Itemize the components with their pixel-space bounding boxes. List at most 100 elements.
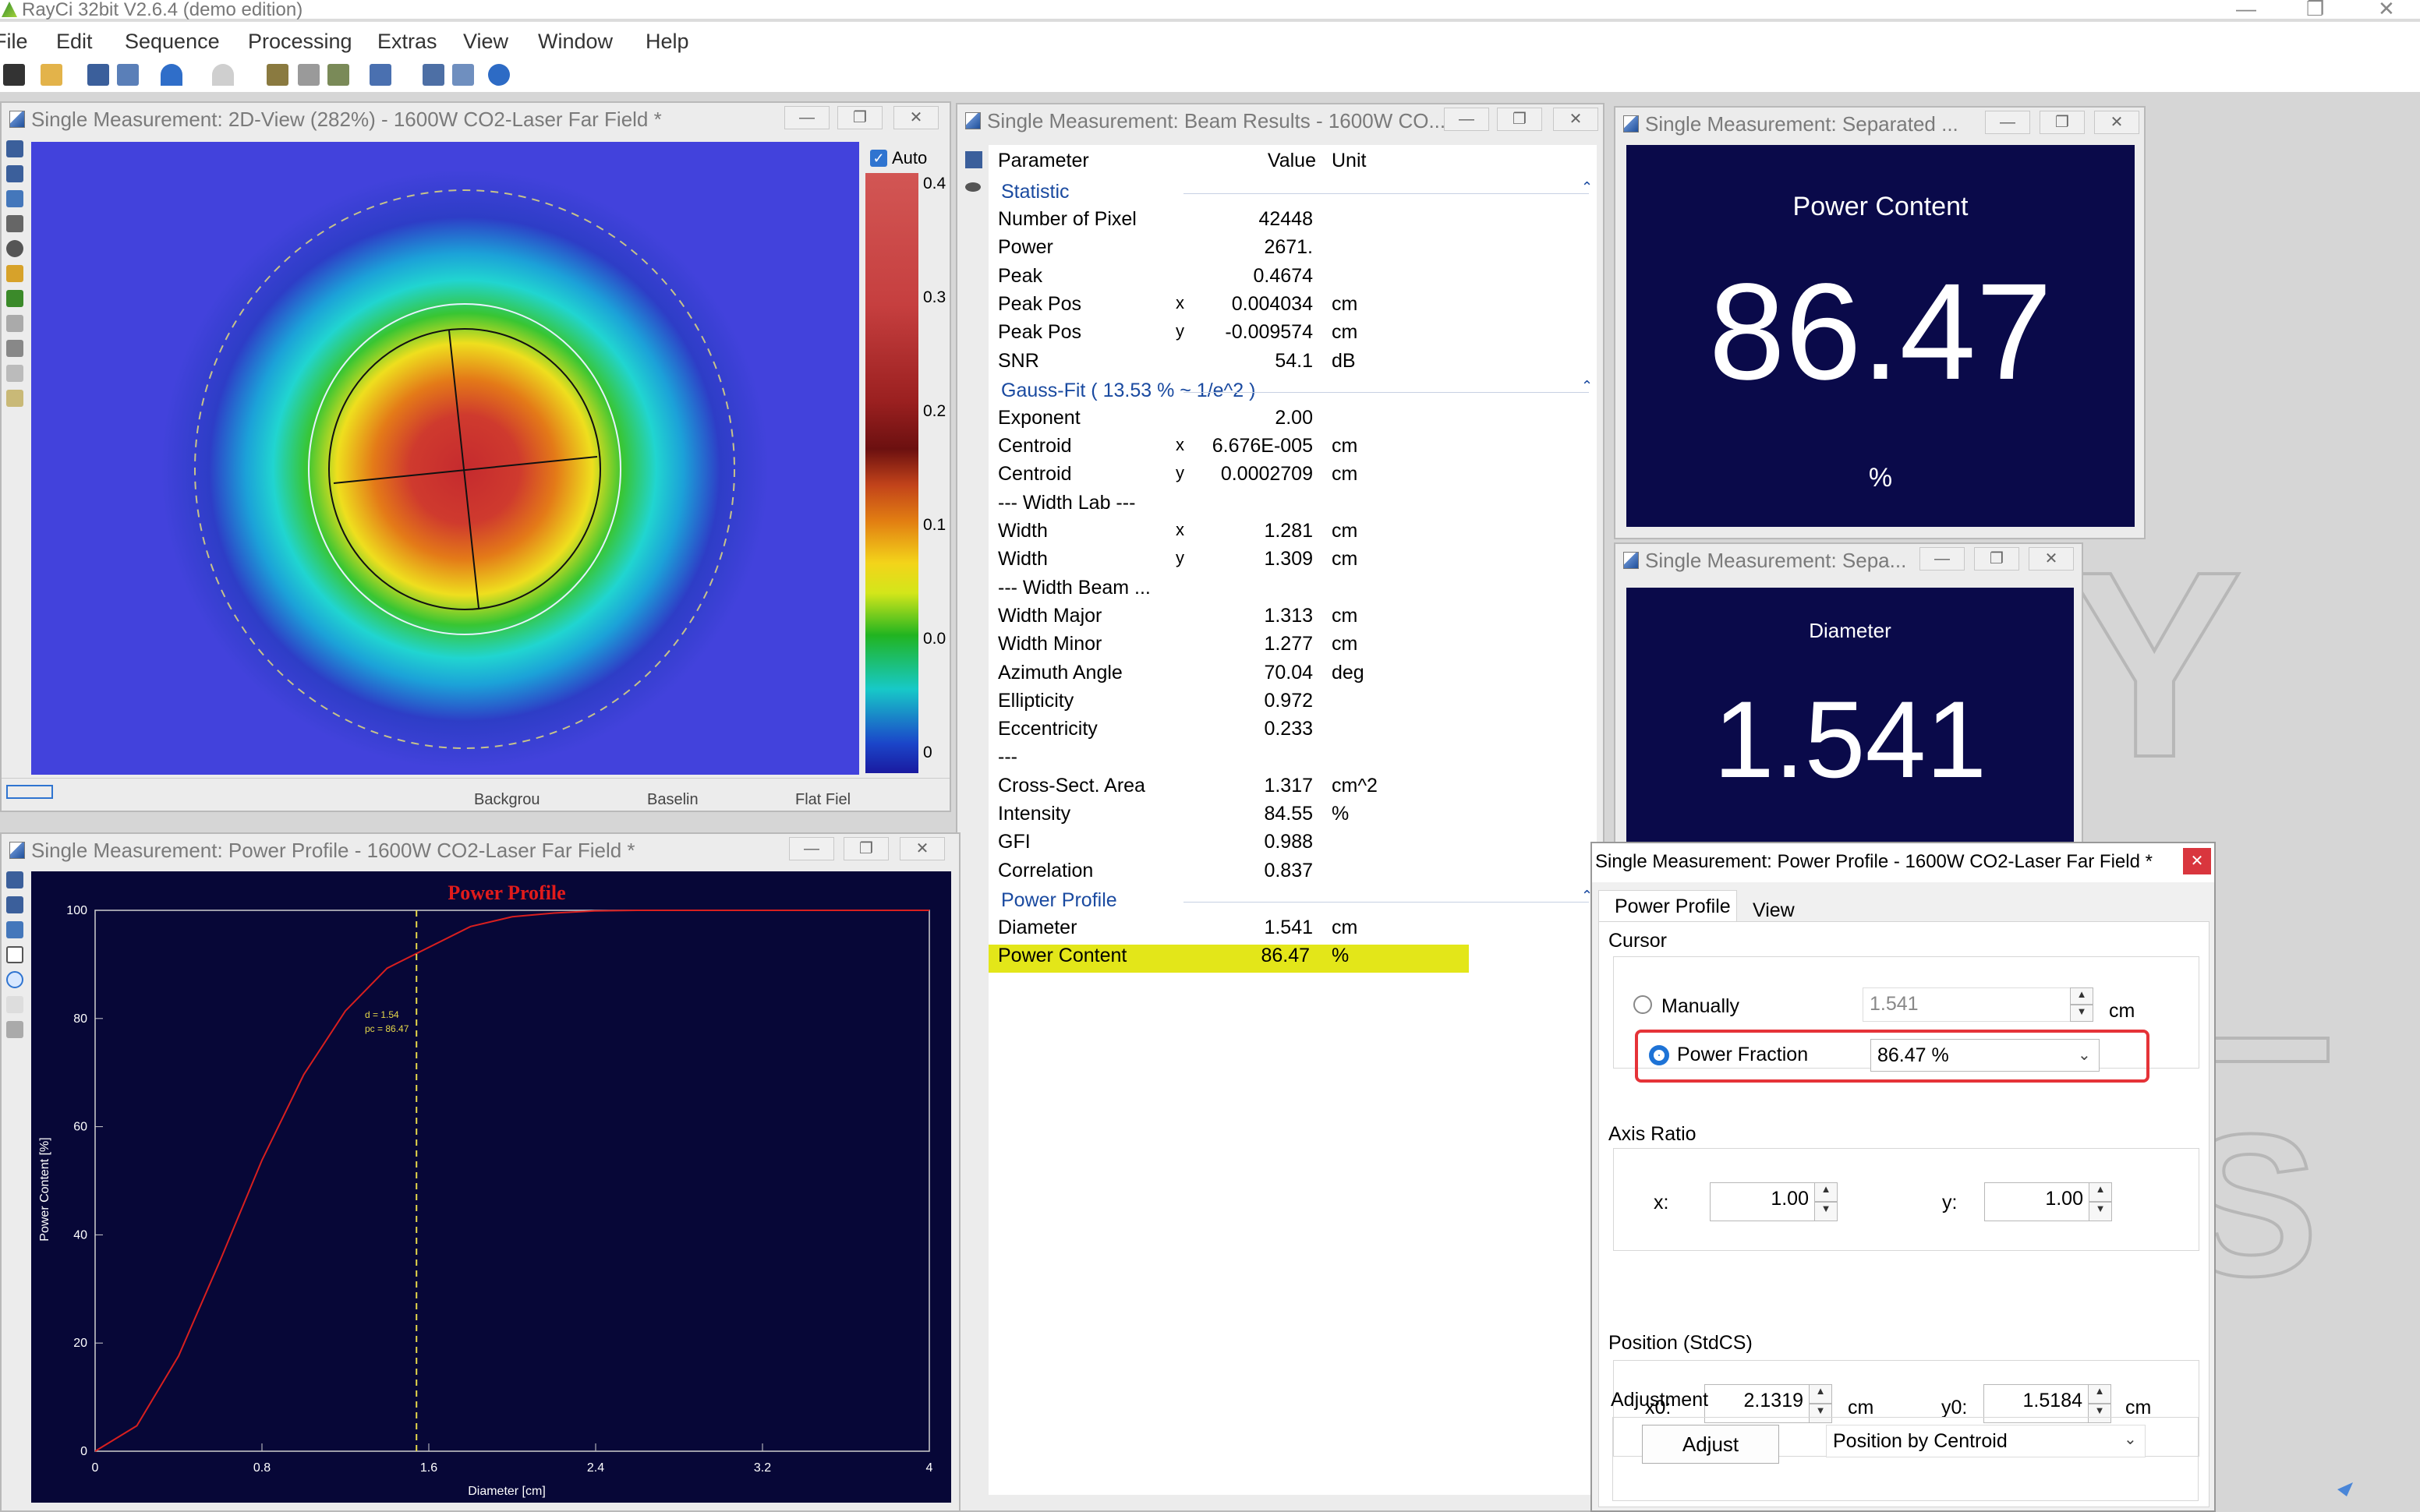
results-row[interactable]: Peak 0.4674	[989, 265, 1472, 293]
results-row[interactable]: Peak Pos x 0.004034 cm	[989, 293, 1472, 321]
dialog-close-icon[interactable]: ✕	[2183, 848, 2211, 874]
menu-view[interactable]: View	[463, 30, 508, 54]
results-row[interactable]: Centroid y 0.0002709 cm	[989, 463, 1472, 491]
line-icon[interactable]	[6, 315, 23, 332]
move-icon[interactable]	[6, 190, 23, 207]
background-button[interactable]: Backgrou	[474, 791, 540, 809]
results-row[interactable]: GFI 0.988	[989, 831, 1472, 859]
beam-image[interactable]	[31, 142, 859, 775]
arrow-left-icon[interactable]	[6, 996, 23, 1013]
save-icon[interactable]	[87, 64, 109, 86]
restore-icon[interactable]: ❐	[2040, 111, 2085, 134]
close-icon[interactable]: ✕	[900, 837, 945, 860]
results-row[interactable]: Cross-Sect. Area 1.317 cm^2	[989, 775, 1472, 803]
restore-icon[interactable]: ❐	[1974, 547, 2019, 571]
app-close-icon[interactable]: ✕	[2378, 0, 2395, 21]
results-eye-icon[interactable]	[965, 182, 981, 192]
results-row[interactable]: Width y 1.309 cm	[989, 548, 1472, 576]
results-row[interactable]: Centroid x 6.676E-005 cm	[989, 435, 1472, 463]
menu-help[interactable]: Help	[646, 30, 689, 54]
restore-icon[interactable]: ❐	[844, 837, 889, 860]
tab-power-profile[interactable]: Power Profile	[1598, 890, 1737, 921]
baseline-button[interactable]: Baselin	[647, 791, 699, 809]
results-row[interactable]: ---	[989, 746, 1472, 774]
minimize-icon[interactable]: —	[784, 106, 830, 129]
tab-view[interactable]: View	[1753, 899, 1795, 922]
menu-sequence[interactable]: Sequence	[125, 30, 220, 54]
app-restore-icon[interactable]: ❐	[2306, 0, 2324, 21]
results-save-icon[interactable]	[965, 151, 982, 168]
adjust-chevron-down-icon[interactable]: ⌄	[2124, 1429, 2137, 1449]
results-section-title[interactable]: Statistic	[1001, 181, 1070, 203]
tile-windows-icon[interactable]	[452, 64, 474, 86]
grid-icon[interactable]	[6, 365, 23, 382]
results-row[interactable]: Power Content 86.47%	[989, 945, 1469, 973]
app-minimize-icon[interactable]: —	[2236, 0, 2256, 21]
close-icon[interactable]: ✕	[2029, 547, 2074, 571]
auto-checkbox[interactable]: ✓	[870, 150, 887, 167]
rectangle-icon[interactable]	[6, 946, 23, 963]
results-row[interactable]: Power 2671.	[989, 236, 1472, 264]
3d-view-icon[interactable]	[6, 265, 23, 282]
move-icon[interactable]	[6, 921, 23, 938]
delete-icon[interactable]	[6, 1021, 23, 1038]
colormap-icon[interactable]	[6, 290, 23, 307]
minimize-icon[interactable]: —	[1919, 547, 1965, 571]
results-row[interactable]: Intensity 84.55%	[989, 803, 1472, 831]
restore-icon[interactable]: ❐	[837, 106, 883, 129]
results-section-title[interactable]: Power Profile	[1001, 889, 1117, 912]
process-icon[interactable]	[327, 64, 349, 86]
adjust-mode-select[interactable]: Position by Centroid	[1826, 1425, 2146, 1457]
open-folder-icon[interactable]	[41, 64, 62, 86]
menu-processing[interactable]: Processing	[248, 30, 352, 54]
close-icon[interactable]: ✕	[893, 106, 939, 129]
results-section-title[interactable]: Gauss-Fit ( 13.53 % ~ 1/e^2 )	[1001, 380, 1255, 402]
save-as-icon[interactable]	[6, 896, 23, 913]
crosshair-icon[interactable]	[6, 215, 23, 232]
note-icon[interactable]	[6, 390, 23, 407]
restore-icon[interactable]: ❐	[1497, 108, 1542, 131]
help-globe-icon[interactable]	[488, 64, 510, 86]
undo-icon[interactable]	[161, 64, 182, 86]
axis-icon[interactable]	[6, 340, 23, 357]
results-row[interactable]: Peak Pos y -0.009574 cm	[989, 321, 1472, 349]
minimize-icon[interactable]: —	[1444, 108, 1489, 131]
results-row[interactable]: SNR 54.1 dB	[989, 350, 1472, 378]
collapse-chevron-icon[interactable]: ⌃	[1581, 378, 1593, 394]
redo-icon[interactable]	[212, 64, 234, 86]
menu-edit[interactable]: Edit	[56, 30, 93, 54]
menu-window[interactable]: Window	[538, 30, 613, 54]
power-profile-chart[interactable]: Power Profile Diameter [cm] Power Conten…	[31, 871, 951, 1503]
results-row[interactable]: Width x 1.281 cm	[989, 520, 1472, 548]
flat-field-button[interactable]: Flat Fiel	[795, 791, 851, 809]
save-icon[interactable]	[6, 871, 23, 888]
close-icon[interactable]: ✕	[1553, 108, 1598, 131]
save-all-icon[interactable]	[117, 64, 139, 86]
minimize-icon[interactable]: —	[789, 837, 834, 860]
results-row[interactable]: Number of Pixel 42448	[989, 208, 1472, 236]
menu-extras[interactable]: Extras	[377, 30, 437, 54]
zoom-icon[interactable]	[6, 240, 23, 257]
results-row[interactable]: Azimuth Angle 70.04 deg	[989, 662, 1472, 690]
results-row[interactable]: Ellipticity 0.972	[989, 690, 1472, 718]
results-row[interactable]: Exponent 2.00	[989, 407, 1472, 435]
results-row[interactable]: Correlation 0.837	[989, 860, 1472, 888]
results-row[interactable]: --- Width Lab ---	[989, 492, 1472, 520]
y0-spin-up[interactable]: ▲	[2088, 1384, 2111, 1404]
report-icon[interactable]	[267, 64, 288, 86]
adjust-button[interactable]: Adjust	[1642, 1425, 1779, 1464]
menu-file[interactable]: File	[0, 30, 28, 54]
table-icon[interactable]	[298, 64, 320, 86]
results-row[interactable]: Width Major 1.313 cm	[989, 605, 1472, 633]
save-icon[interactable]	[6, 140, 23, 157]
close-icon[interactable]: ✕	[2094, 111, 2139, 134]
ellipse-cursor-icon[interactable]	[6, 971, 23, 988]
x0-spin-up[interactable]: ▲	[1809, 1384, 1832, 1404]
sequence-icon[interactable]	[370, 64, 391, 86]
results-row[interactable]: --- Width Beam ...	[989, 577, 1472, 605]
window-icon[interactable]	[423, 64, 444, 86]
results-row[interactable]: Width Minor 1.277 cm	[989, 633, 1472, 661]
collapse-chevron-icon[interactable]: ⌃	[1581, 179, 1593, 196]
minimize-icon[interactable]: —	[1985, 111, 2030, 134]
results-row[interactable]: Eccentricity 0.233	[989, 718, 1472, 746]
